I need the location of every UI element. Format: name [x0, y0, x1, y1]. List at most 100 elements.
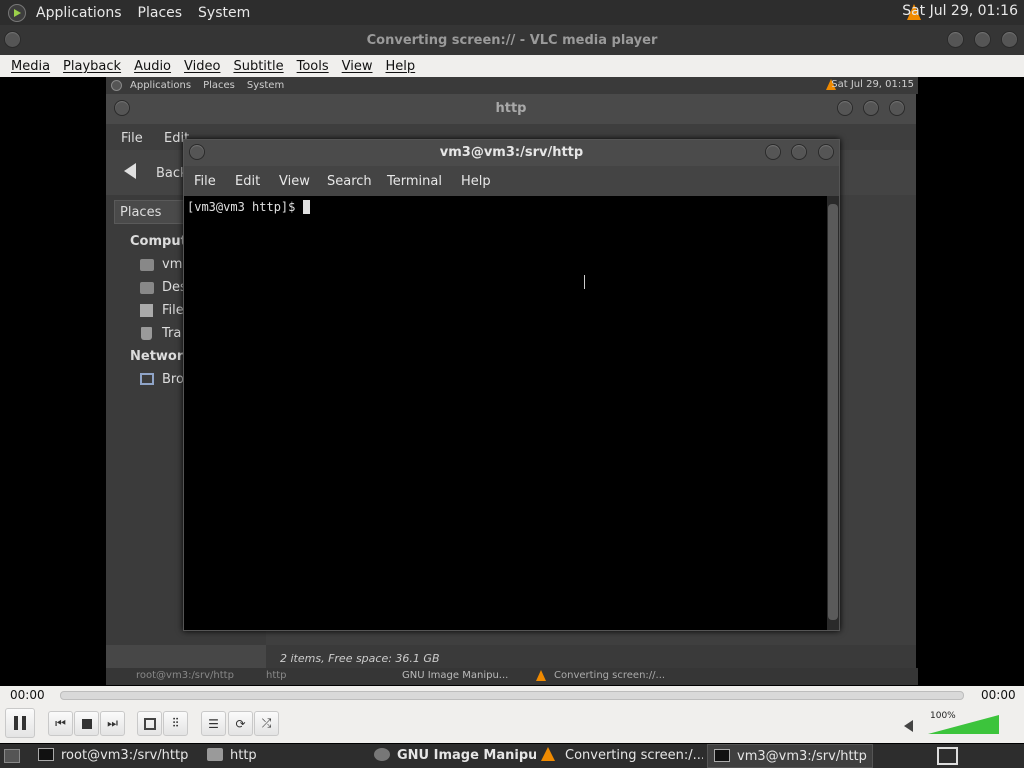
volume-level-text: 100%	[930, 711, 956, 721]
speaker-icon[interactable]	[904, 720, 913, 732]
terminal-menu-file[interactable]: File	[194, 174, 216, 189]
loop-icon: ⟳	[235, 716, 246, 731]
terminal-scrollbar[interactable]	[827, 196, 839, 630]
stop-button[interactable]	[74, 711, 99, 736]
sidebar-item-filesystem: File	[162, 303, 184, 318]
task-vm3-terminal-label: vm3@vm3:/srv/http	[737, 749, 867, 764]
next-icon: ⏭	[107, 716, 118, 730]
task-http-label: http	[230, 748, 257, 763]
next-button[interactable]: ⏭	[100, 711, 125, 736]
loop-button[interactable]: ⟳	[228, 711, 253, 736]
task-vlc[interactable]: Converting screen:/...	[541, 744, 703, 768]
extended-settings-button[interactable]: ⫶⫶	[163, 711, 188, 736]
vlc-menu-playback[interactable]: Playback	[63, 59, 121, 74]
fm-maximize-button	[863, 100, 879, 116]
close-button[interactable]	[1001, 31, 1018, 48]
back-arrow-icon	[124, 163, 136, 179]
task-vlc-label: Converting screen:/...	[565, 748, 703, 763]
terminal-close-button[interactable]	[818, 144, 834, 160]
pause-button[interactable]	[5, 708, 35, 738]
volume-slider[interactable]: 100%	[928, 711, 1000, 735]
trash-icon	[141, 327, 152, 340]
terminal-menubar: File Edit View Search Terminal Help	[184, 166, 839, 196]
terminal-minimize-button[interactable]	[765, 144, 781, 160]
network-icon	[140, 373, 154, 385]
terminal-menu-view[interactable]: View	[279, 174, 310, 189]
vlc-seek-row: 00:00 00:00	[0, 686, 1024, 706]
terminal-title: vm3@vm3:/srv/http	[439, 145, 584, 160]
show-desktop-icon[interactable]	[4, 749, 20, 763]
terminal-window-menu-button[interactable]	[189, 144, 205, 160]
vlc-titlebar[interactable]: Converting screen:// - VLC media player	[0, 25, 1024, 55]
sidebar-item-browse-network: Bro	[162, 372, 184, 387]
terminal-scrollbar-thumb[interactable]	[828, 204, 838, 620]
workspace-switcher[interactable]	[937, 747, 958, 765]
seek-slider[interactable]	[60, 691, 964, 700]
fm-titlebar: http	[106, 94, 916, 124]
inner-menu-places: Places	[203, 80, 235, 91]
task-vm3-terminal[interactable]: vm3@vm3:/srv/http	[707, 744, 873, 768]
terminal-prompt: [vm3@vm3 http]$	[187, 200, 303, 214]
inner-taskbar: root@vm3:/srv/http http GNU Image Manipu…	[106, 668, 918, 685]
fullscreen-button[interactable]	[137, 711, 162, 736]
gnome-foot-icon[interactable]	[8, 3, 26, 22]
inner-task-http: http	[266, 670, 287, 681]
previous-icon: ⏮	[55, 716, 66, 730]
terminal-titlebar[interactable]: vm3@vm3:/srv/http	[184, 140, 839, 166]
fm-minimize-button	[837, 100, 853, 116]
fm-menu-file: File	[121, 131, 143, 146]
terminal-menu-edit[interactable]: Edit	[235, 174, 260, 189]
vlc-menu-video[interactable]: Video	[184, 59, 220, 74]
terminal-window[interactable]: vm3@vm3:/srv/http File Edit View Search …	[183, 139, 840, 631]
task-gimp-label: GNU Image Manipu...	[397, 748, 536, 763]
task-root-terminal[interactable]: root@vm3:/srv/http	[38, 744, 198, 768]
vlc-cone-icon	[541, 747, 555, 761]
shuffle-button[interactable]: ⤮	[254, 711, 279, 736]
sidebar-item-trash: Tra	[162, 326, 182, 341]
terminal-menu-search[interactable]: Search	[327, 174, 372, 189]
panel-clock[interactable]: Sat Jul 29, 01:16	[902, 3, 1018, 19]
vlc-menu-subtitle[interactable]: Subtitle	[233, 59, 283, 74]
vlc-menu-tools[interactable]: Tools	[297, 59, 329, 74]
shuffle-icon: ⤮	[261, 716, 272, 730]
inner-task-vlc-icon	[536, 670, 546, 681]
gimp-icon	[374, 748, 390, 761]
home-folder-icon	[140, 259, 154, 271]
menu-system[interactable]: System	[198, 5, 250, 21]
desktop-folder-icon	[140, 282, 154, 294]
vlc-controls: ⏮ ⏭ ⫶⫶ ☰ ⟳ ⤮ 100%	[0, 706, 1024, 743]
menu-applications[interactable]: Applications	[36, 5, 122, 21]
menu-places[interactable]: Places	[138, 5, 183, 21]
fm-close-button	[889, 100, 905, 116]
playlist-button[interactable]: ☰	[201, 711, 226, 736]
inner-task-gimp: GNU Image Manipu...	[402, 670, 509, 681]
inner-gnome-icon	[111, 80, 122, 91]
bottom-taskbar: root@vm3:/srv/http http GNU Image Manipu…	[0, 744, 1024, 768]
task-root-terminal-label: root@vm3:/srv/http	[61, 748, 189, 763]
fm-status-text: 2 items, Free space: 36.1 GB	[280, 652, 440, 665]
text-cursor-ibeam	[584, 275, 585, 289]
vlc-menu-media[interactable]: Media	[11, 59, 50, 74]
time-total[interactable]: 00:00	[981, 688, 1016, 702]
terminal-menu-help[interactable]: Help	[461, 174, 491, 189]
terminal-maximize-button[interactable]	[791, 144, 807, 160]
time-elapsed[interactable]: 00:00	[10, 688, 45, 702]
previous-button[interactable]: ⏮	[48, 711, 73, 736]
terminal-icon	[38, 748, 54, 761]
inner-task-root-terminal: root@vm3:/srv/http	[136, 670, 234, 681]
maximize-button[interactable]	[974, 31, 991, 48]
pause-icon	[14, 716, 18, 730]
vlc-menu-audio[interactable]: Audio	[134, 59, 171, 74]
task-http[interactable]: http	[207, 744, 367, 768]
vlc-window-title: Converting screen:// - VLC media player	[366, 33, 658, 48]
minimize-button[interactable]	[947, 31, 964, 48]
vlc-menu-view[interactable]: View	[342, 59, 373, 74]
terminal-menu-terminal[interactable]: Terminal	[387, 174, 442, 189]
window-menu-button[interactable]	[4, 31, 21, 48]
inner-task-vlc: Converting screen://...	[554, 670, 666, 681]
terminal-icon	[714, 749, 730, 762]
task-gimp[interactable]: GNU Image Manipu...	[374, 744, 536, 768]
vlc-menubar: Media Playback Audio Video Subtitle Tool…	[0, 55, 1024, 77]
vlc-menu-help[interactable]: Help	[386, 59, 416, 74]
terminal-body[interactable]: [vm3@vm3 http]$	[184, 196, 827, 630]
